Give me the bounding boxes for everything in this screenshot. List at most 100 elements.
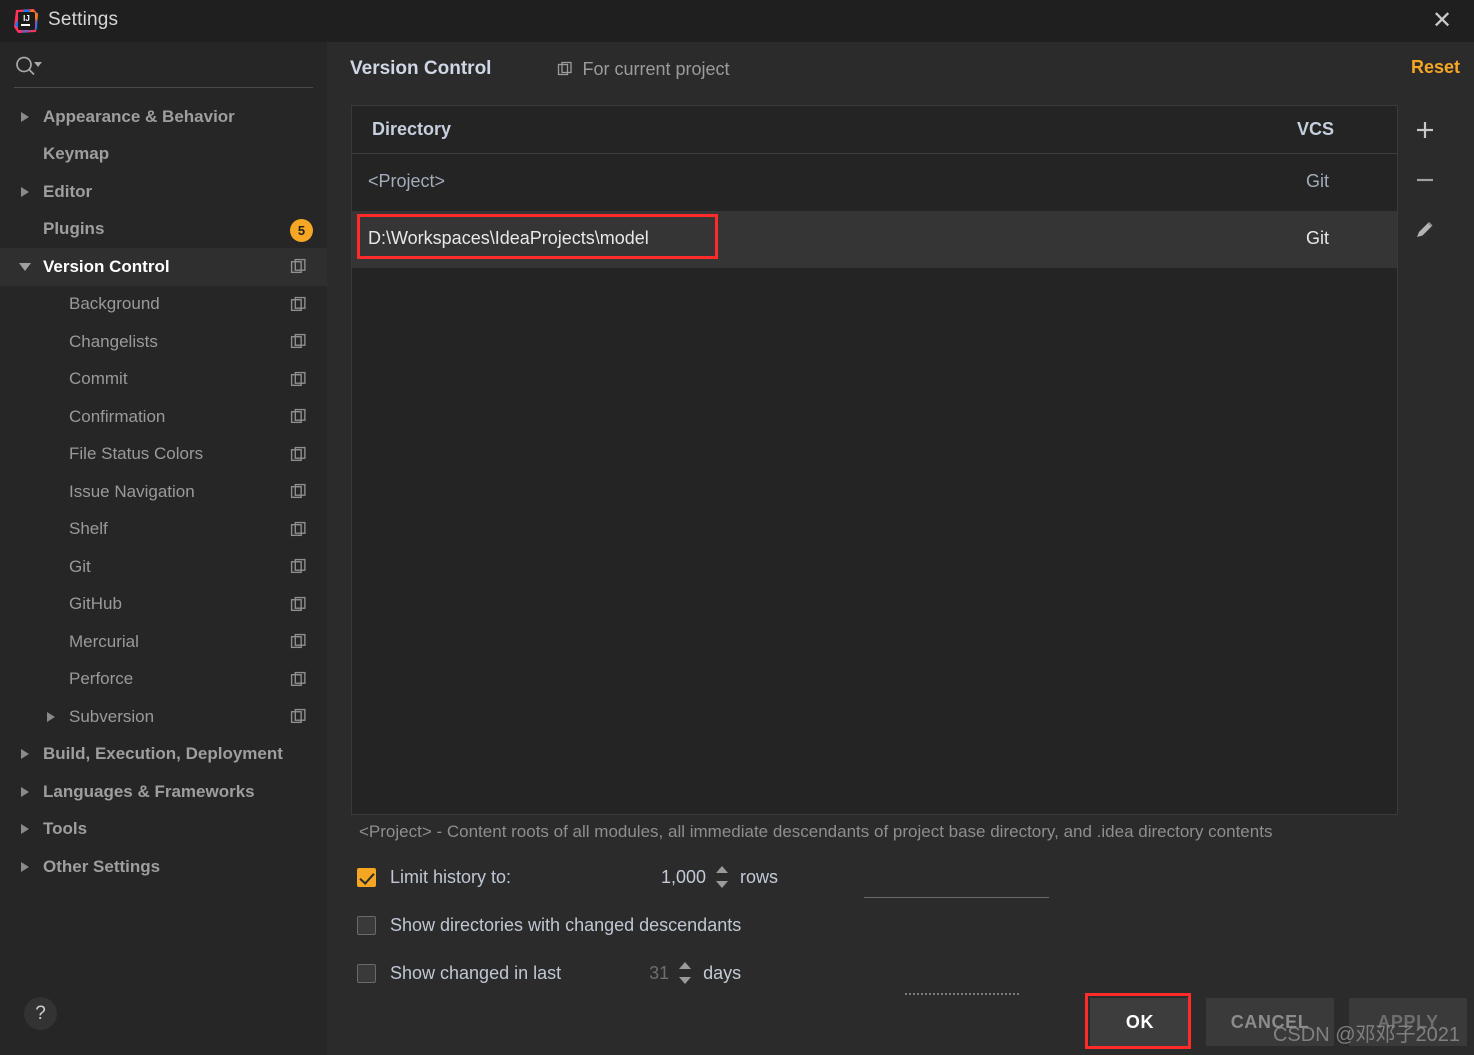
sidebar-item-label: Tools bbox=[43, 819, 88, 839]
sidebar-item-label: Subversion bbox=[69, 706, 155, 726]
plugins-update-badge: 5 bbox=[290, 218, 313, 242]
main-header: Version Control For current project bbox=[350, 54, 730, 84]
edit-directory-button[interactable] bbox=[1400, 205, 1450, 255]
add-directory-button[interactable] bbox=[1400, 105, 1450, 155]
triangle-right-icon[interactable] bbox=[18, 784, 34, 800]
limit-history-checkbox[interactable] bbox=[357, 867, 376, 887]
sidebar-item-background[interactable]: Background bbox=[0, 286, 327, 324]
search-underline bbox=[14, 87, 313, 88]
triangle-right-icon[interactable] bbox=[18, 859, 34, 875]
copy-icon bbox=[290, 558, 306, 574]
sidebar-item-label: Git bbox=[69, 556, 91, 576]
sidebar-item-version-control[interactable]: Version Control bbox=[0, 248, 327, 286]
sidebar-item-label: Commit bbox=[69, 369, 128, 389]
limit-history-stepper[interactable] bbox=[715, 864, 730, 890]
search-input[interactable] bbox=[50, 52, 305, 80]
sidebar-item-changelists[interactable]: Changelists bbox=[0, 323, 327, 361]
table-toolbar bbox=[1400, 105, 1450, 815]
table-body: <Project> Git D:\Workspaces\IdeaProjects\m… bbox=[352, 154, 1397, 268]
help-button[interactable]: ? bbox=[24, 997, 57, 1030]
sidebar-item-plugins[interactable]: Plugins 5 bbox=[0, 211, 327, 249]
copy-icon bbox=[290, 258, 306, 274]
ok-button[interactable]: OK bbox=[1090, 998, 1190, 1046]
sidebar-item-tools[interactable]: Tools bbox=[0, 811, 327, 849]
search-icon[interactable] bbox=[14, 54, 44, 78]
triangle-down-icon[interactable] bbox=[18, 259, 34, 275]
copy-icon bbox=[290, 371, 306, 386]
triangle-right-icon[interactable] bbox=[18, 109, 34, 125]
triangle-right-icon[interactable] bbox=[44, 709, 60, 725]
show-changed-descendants-checkbox[interactable] bbox=[357, 915, 376, 935]
sidebar-item-shelf[interactable]: Shelf bbox=[0, 511, 327, 549]
triangle-right-icon[interactable] bbox=[18, 746, 34, 762]
window-title: Settings bbox=[48, 9, 119, 30]
sidebar-item-label: Background bbox=[69, 294, 160, 314]
for-current-project-label: For current project bbox=[582, 58, 730, 79]
cell-directory: D:\Workspaces\IdeaProjects\model bbox=[368, 228, 649, 248]
directory-mappings-table: Directory VCS <Project> Git D:\Workspaces\… bbox=[351, 105, 1398, 815]
title-bar: IJ Settings ✕ bbox=[0, 0, 1474, 42]
sidebar-item-file-status-colors[interactable]: File Status Colors bbox=[0, 436, 327, 474]
reset-link[interactable]: Reset bbox=[1411, 57, 1460, 78]
sidebar-item-build-execution-deployment[interactable]: Build, Execution, Deployment bbox=[0, 736, 327, 774]
minus-icon bbox=[1417, 178, 1433, 182]
sidebar-item-issue-navigation[interactable]: Issue Navigation bbox=[0, 473, 327, 511]
copy-icon bbox=[290, 708, 306, 724]
column-header-vcs[interactable]: VCS bbox=[1297, 119, 1334, 140]
copy-icon bbox=[290, 483, 306, 499]
close-icon[interactable]: ✕ bbox=[1428, 8, 1456, 36]
intellij-idea-logo-icon: IJ bbox=[14, 9, 38, 33]
watermark: CSDN @邓邓子2021 bbox=[1272, 1024, 1460, 1046]
limit-history-value[interactable]: 1,000 bbox=[511, 867, 706, 888]
copy-icon bbox=[290, 333, 306, 349]
copy-icon bbox=[290, 521, 306, 536]
sidebar-item-label: Appearance & Behavior bbox=[43, 106, 235, 126]
triangle-right-icon[interactable] bbox=[18, 821, 34, 837]
show-changed-in-last-checkbox[interactable] bbox=[357, 963, 376, 983]
copy-icon bbox=[558, 61, 573, 76]
sidebar-item-label: Mercurial bbox=[69, 631, 139, 651]
sidebar-item-commit[interactable]: Commit bbox=[0, 361, 327, 399]
sidebar-item-languages-frameworks[interactable]: Languages & Frameworks bbox=[0, 773, 327, 811]
triangle-right-icon[interactable] bbox=[18, 184, 34, 200]
sidebar-item-github[interactable]: GitHub bbox=[0, 586, 327, 624]
show-changed-in-last-value[interactable]: 31 bbox=[561, 963, 669, 984]
sidebar-item-label: Version Control bbox=[43, 256, 170, 276]
sidebar-item-label: Issue Navigation bbox=[69, 481, 195, 501]
search-row[interactable] bbox=[0, 42, 327, 94]
sidebar-item-perforce[interactable]: Perforce bbox=[0, 661, 327, 699]
sidebar-item-confirmation[interactable]: Confirmation bbox=[0, 398, 327, 436]
copy-icon bbox=[290, 296, 306, 311]
show-changed-in-last-stepper[interactable] bbox=[678, 960, 693, 986]
limit-history-unit: rows bbox=[740, 866, 779, 887]
table-row[interactable]: <Project> Git bbox=[352, 154, 1397, 211]
chevron-up-icon bbox=[716, 866, 729, 873]
sidebar-item-label: Confirmation bbox=[69, 406, 166, 426]
sidebar-item-keymap[interactable]: Keymap bbox=[0, 136, 327, 174]
remove-directory-button[interactable] bbox=[1400, 155, 1450, 205]
svg-text:IJ: IJ bbox=[23, 14, 30, 23]
sidebar-item-subversion[interactable]: Subversion bbox=[0, 698, 327, 736]
sidebar-item-other-settings[interactable]: Other Settings bbox=[0, 848, 327, 886]
chevron-down-icon bbox=[679, 977, 692, 984]
chevron-down-icon bbox=[716, 881, 729, 888]
main-panel: Version Control For current project Rese… bbox=[327, 42, 1474, 1055]
sidebar-item-mercurial[interactable]: Mercurial bbox=[0, 623, 327, 661]
sidebar-item-git[interactable]: Git bbox=[0, 548, 327, 586]
sidebar-item-label: Editor bbox=[43, 181, 93, 201]
copy-icon bbox=[290, 446, 306, 461]
for-current-project[interactable]: For current project bbox=[557, 58, 730, 80]
sidebar-item-label: GitHub bbox=[69, 594, 122, 614]
sidebar-item-label: Plugins bbox=[43, 219, 105, 239]
show-changed-descendants-label: Show directories with changed descendant… bbox=[390, 914, 742, 935]
sidebar-item-editor[interactable]: Editor bbox=[0, 173, 327, 211]
sidebar-item-appearance-behavior[interactable]: Appearance & Behavior bbox=[0, 98, 327, 136]
copy-icon bbox=[290, 596, 306, 611]
option-limit-history: Limit history to: 1,000 rows bbox=[357, 863, 778, 891]
settings-tree: Appearance & Behavior Keymap Editor Plugins… bbox=[0, 98, 327, 886]
sidebar-item-label: Languages & Frameworks bbox=[43, 781, 255, 801]
table-row[interactable]: D:\Workspaces\IdeaProjects\model Git bbox=[352, 211, 1397, 268]
column-header-directory[interactable]: Directory bbox=[372, 119, 451, 140]
option-show-changed-descendants: Show directories with changed descendant… bbox=[357, 911, 741, 939]
sidebar-item-label: Keymap bbox=[43, 144, 110, 164]
